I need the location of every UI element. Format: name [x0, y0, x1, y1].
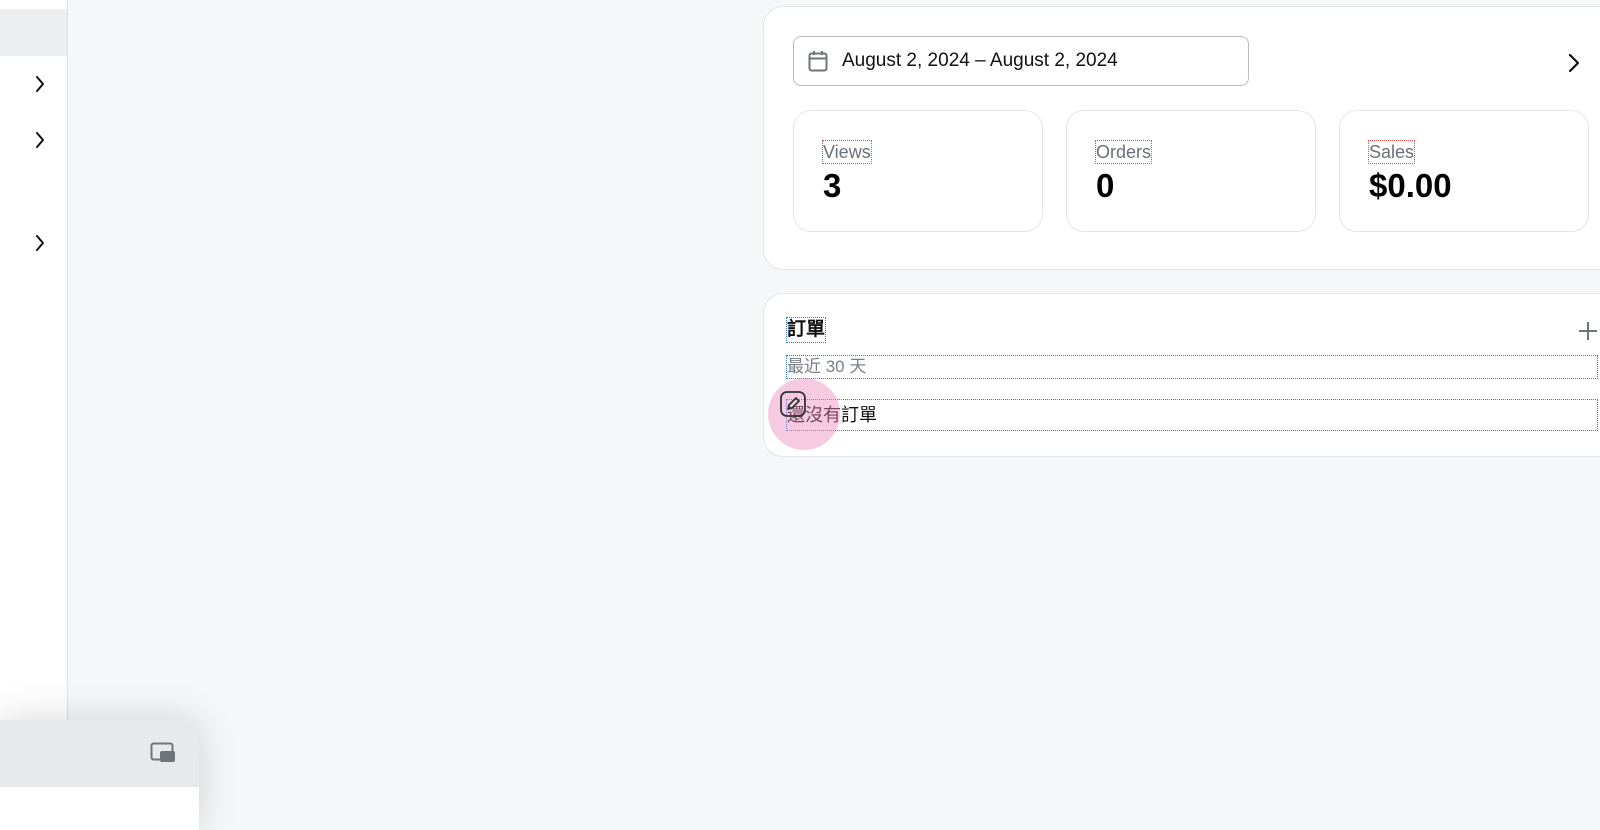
- metric-value: $0.00: [1369, 167, 1452, 204]
- pencil-icon: [780, 391, 806, 417]
- next-period-button[interactable]: [1562, 51, 1586, 75]
- metric-value: 0: [1096, 167, 1115, 204]
- sidebar: [0, 0, 68, 721]
- date-range-picker[interactable]: August 2, 2024 – August 2, 2024: [793, 36, 1249, 86]
- metric-views[interactable]: Views 3: [793, 110, 1043, 232]
- sidebar-active-item[interactable]: [0, 9, 67, 56]
- orders-empty-message: 還沒有訂單: [786, 399, 1598, 431]
- metric-sales[interactable]: Sales $0.00: [1339, 110, 1589, 232]
- sidebar-expand-button[interactable]: [30, 74, 50, 94]
- orders-period: 最近 30 天: [786, 355, 1598, 379]
- stats-card: August 2, 2024 – August 2, 2024 Views 3 …: [763, 6, 1600, 270]
- plus-icon: [1579, 322, 1597, 340]
- floating-panel: [0, 720, 199, 830]
- sidebar-expand-button[interactable]: [30, 233, 50, 253]
- picture-in-picture-icon: [150, 742, 175, 762]
- metric-value: 3: [823, 167, 842, 204]
- orders-card: 訂單 最近 30 天 還沒有訂單: [763, 293, 1600, 457]
- date-range-text: August 2, 2024 – August 2, 2024: [842, 50, 1118, 71]
- chevron-right-icon: [36, 235, 44, 251]
- floating-panel-header: [0, 720, 199, 787]
- sidebar-expand-button[interactable]: [30, 130, 50, 150]
- metric-label: Sales: [1367, 140, 1416, 164]
- picture-in-picture-button[interactable]: [150, 742, 176, 764]
- calendar-icon: [808, 51, 828, 72]
- metric-label: Orders: [1094, 140, 1153, 164]
- add-order-button[interactable]: [1577, 320, 1599, 342]
- orders-title: 訂單: [785, 317, 827, 343]
- metric-orders[interactable]: Orders 0: [1066, 110, 1316, 232]
- edit-button[interactable]: [779, 390, 807, 418]
- chevron-right-icon: [36, 76, 44, 92]
- chevron-right-icon: [1568, 53, 1580, 73]
- metric-label: Views: [822, 140, 872, 164]
- chevron-right-icon: [36, 132, 44, 148]
